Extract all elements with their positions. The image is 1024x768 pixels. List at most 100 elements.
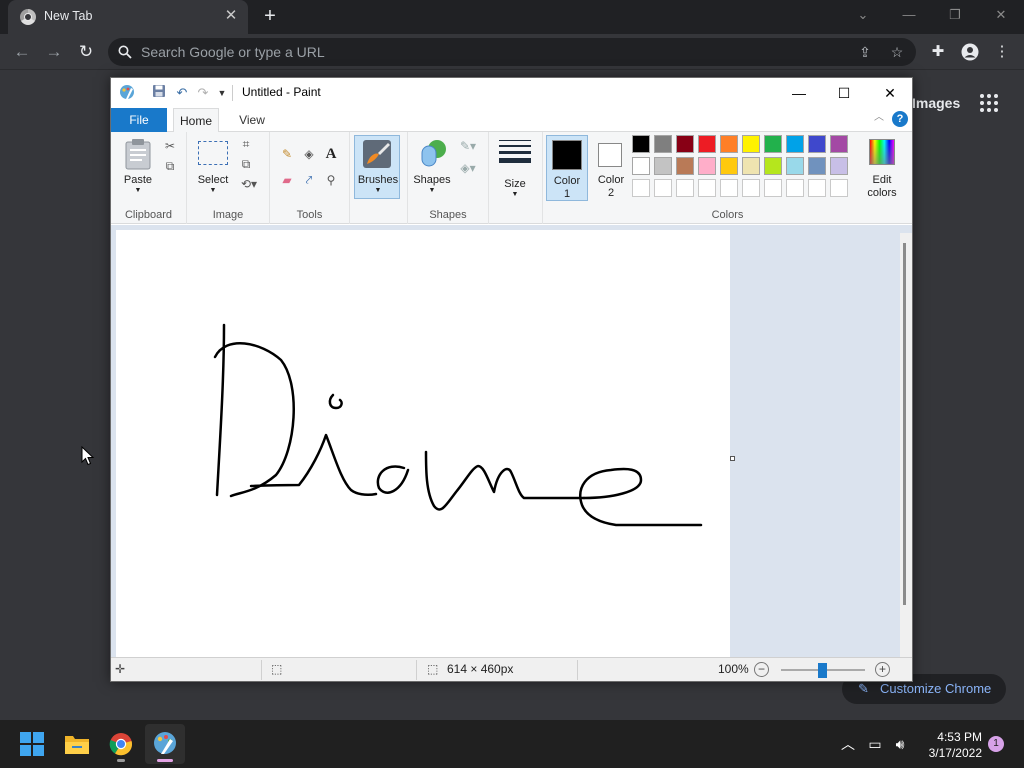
custom-color-slot[interactable] <box>764 179 782 197</box>
brushes-button[interactable]: Brushes ▼ <box>354 135 400 199</box>
chrome-taskbar-button[interactable] <box>101 724 141 764</box>
bookmark-star-icon[interactable]: ☆ <box>886 42 908 62</box>
palette-swatch[interactable] <box>830 157 848 175</box>
paint-taskbar-button[interactable] <box>145 724 185 764</box>
palette-swatch[interactable] <box>676 135 694 153</box>
show-hidden-icons-icon[interactable]: ︿ <box>838 734 858 754</box>
custom-color-slot[interactable] <box>698 179 716 197</box>
extensions-puzzle-icon[interactable]: ✚ <box>926 40 950 64</box>
start-button[interactable] <box>12 724 52 764</box>
omnibox[interactable]: ⇪ ☆ <box>108 38 916 66</box>
custom-color-slot[interactable] <box>654 179 672 197</box>
zoom-in-icon[interactable]: + <box>875 662 890 677</box>
custom-color-slot[interactable] <box>830 179 848 197</box>
custom-color-slot[interactable] <box>720 179 738 197</box>
file-explorer-button[interactable] <box>57 724 97 764</box>
tab-search-icon[interactable]: ⌄ <box>850 4 876 26</box>
pencil-tool-icon[interactable]: ✎ <box>278 146 296 162</box>
shapes-button[interactable]: Shapes ▼ <box>412 136 452 200</box>
paste-dropdown-icon[interactable]: ▼ <box>117 187 159 194</box>
outline-icon[interactable]: ✎▾ <box>456 138 480 154</box>
canvas-resize-handle[interactable] <box>730 456 735 461</box>
palette-swatch[interactable] <box>654 135 672 153</box>
close-button[interactable]: ✕ <box>988 4 1014 26</box>
fill-bucket-icon[interactable]: ◈ <box>300 146 318 162</box>
zoom-out-icon[interactable]: − <box>754 662 769 677</box>
palette-swatch[interactable] <box>808 135 826 153</box>
text-tool-icon[interactable]: A <box>322 146 340 162</box>
minimize-button[interactable]: — <box>896 4 922 26</box>
save-icon[interactable] <box>150 84 168 102</box>
undo-icon[interactable]: ↶ <box>173 84 191 102</box>
palette-swatch[interactable] <box>786 135 804 153</box>
share-icon[interactable]: ⇪ <box>854 42 876 62</box>
notification-badge[interactable]: 1 <box>988 736 1004 752</box>
vertical-scrollbar[interactable] <box>900 233 912 657</box>
paint-minimize-button[interactable]: — <box>776 78 822 108</box>
images-link[interactable]: Images <box>912 95 960 111</box>
size-button[interactable]: Size ▼ <box>495 136 535 200</box>
palette-swatch[interactable] <box>742 135 760 153</box>
custom-color-slot[interactable] <box>786 179 804 197</box>
back-icon[interactable]: ← <box>10 40 34 64</box>
custom-color-slot[interactable] <box>742 179 760 197</box>
tab-home[interactable]: Home <box>173 108 219 133</box>
palette-swatch[interactable] <box>676 157 694 175</box>
palette-swatch[interactable] <box>764 157 782 175</box>
palette-swatch[interactable] <box>720 157 738 175</box>
size-dropdown-icon[interactable]: ▼ <box>495 191 535 198</box>
palette-swatch[interactable] <box>698 157 716 175</box>
paint-close-button[interactable]: ✕ <box>867 78 913 108</box>
google-apps-icon[interactable] <box>980 94 1000 112</box>
shapes-dropdown-icon[interactable]: ▼ <box>412 187 452 194</box>
color-picker-icon[interactable]: ⤤ <box>300 172 318 188</box>
palette-swatch[interactable] <box>742 157 760 175</box>
network-icon[interactable]: ▭ <box>865 734 885 754</box>
new-tab-button[interactable]: + <box>258 4 282 28</box>
reload-icon[interactable]: ↻ <box>74 40 98 64</box>
custom-color-slot[interactable] <box>676 179 694 197</box>
color1-button[interactable]: Color 1 <box>546 135 588 201</box>
resize-icon[interactable]: ⧉ <box>237 156 255 172</box>
palette-swatch[interactable] <box>764 135 782 153</box>
palette-swatch[interactable] <box>808 157 826 175</box>
brushes-dropdown-icon[interactable]: ▼ <box>355 187 401 194</box>
color2-button[interactable]: Color 2 <box>591 135 631 201</box>
custom-color-slot[interactable] <box>808 179 826 197</box>
magnifier-icon[interactable]: ⚲ <box>322 172 340 188</box>
chrome-menu-icon[interactable]: ⋮ <box>990 40 1014 64</box>
palette-swatch[interactable] <box>632 135 650 153</box>
redo-icon[interactable]: ↷ <box>194 84 212 102</box>
tab-file[interactable]: File <box>111 108 167 132</box>
tab-view[interactable]: View <box>231 108 273 132</box>
scrollbar-thumb[interactable] <box>903 243 906 605</box>
paint-maximize-button[interactable]: ☐ <box>821 78 867 108</box>
forward-icon[interactable]: → <box>42 40 66 64</box>
palette-swatch[interactable] <box>632 157 650 175</box>
cut-icon[interactable]: ✂ <box>161 138 179 154</box>
copy-icon[interactable]: ⧉ <box>161 158 179 174</box>
omnibox-input[interactable] <box>141 42 841 62</box>
drawing-canvas[interactable] <box>116 230 730 657</box>
eraser-icon[interactable]: ▰ <box>278 172 296 188</box>
select-button[interactable]: Select ▼ <box>193 136 233 200</box>
restore-button[interactable]: ❐ <box>942 4 968 26</box>
help-icon[interactable]: ? <box>892 111 908 127</box>
palette-swatch[interactable] <box>654 157 672 175</box>
zoom-slider-thumb[interactable] <box>818 663 827 678</box>
customize-qat-icon[interactable]: ▼ <box>213 84 231 102</box>
palette-swatch[interactable] <box>720 135 738 153</box>
select-dropdown-icon[interactable]: ▼ <box>193 187 233 194</box>
clock[interactable]: 4:53 PM 3/17/2022 <box>918 729 982 761</box>
custom-color-slot[interactable] <box>632 179 650 197</box>
close-tab-icon[interactable]: ✕ <box>222 7 240 25</box>
fill-icon[interactable]: ◈▾ <box>456 160 480 176</box>
crop-icon[interactable]: ⌗ <box>237 136 255 152</box>
tab-new-tab[interactable]: New Tab ✕ <box>8 0 248 34</box>
rotate-icon[interactable]: ⟲▾ <box>237 176 261 192</box>
profile-avatar-icon[interactable] <box>958 40 982 64</box>
palette-swatch[interactable] <box>698 135 716 153</box>
volume-icon[interactable]: 🔊︎ <box>890 734 910 754</box>
edit-colors-button[interactable]: Edit colors <box>859 135 905 201</box>
palette-swatch[interactable] <box>786 157 804 175</box>
